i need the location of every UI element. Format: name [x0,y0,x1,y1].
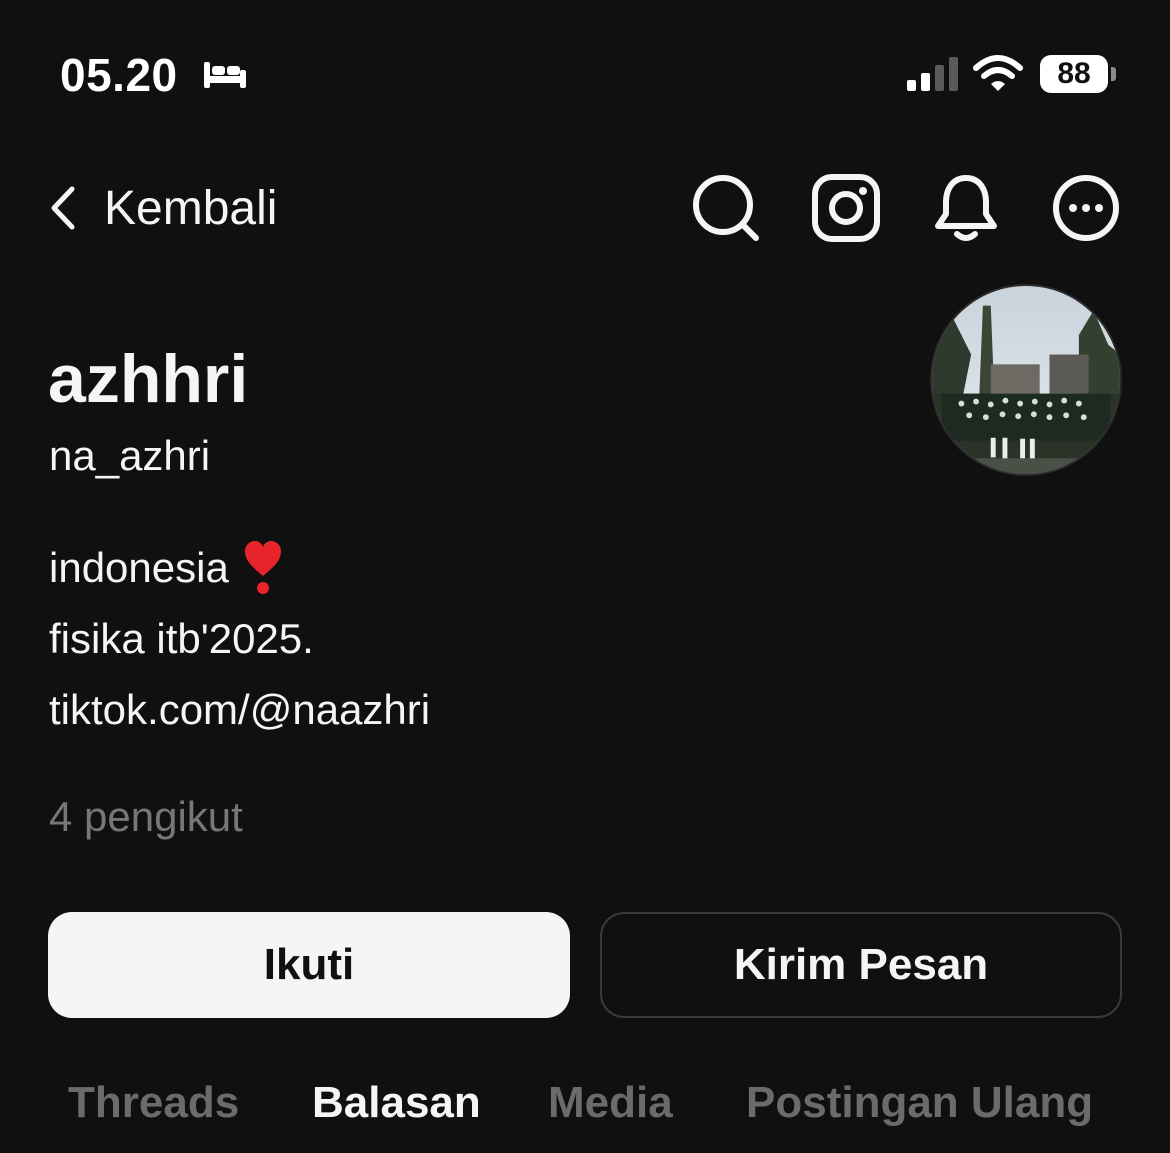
instagram-button[interactable] [810,172,882,244]
send-message-button[interactable]: Kirim Pesan [600,912,1122,1018]
avatar-photo [932,286,1120,474]
bio-link[interactable]: tiktok.com/@naazhri [49,674,430,745]
bio-line: indonesia [49,532,430,603]
tab-media[interactable]: Media [548,1078,673,1128]
back-chevron-icon [51,186,75,230]
bio-line: fisika itb'2025. [49,615,314,662]
status-time: 05.20 [60,49,178,101]
search-icon [693,175,759,241]
tab-reposts[interactable]: Postingan Ulang [746,1078,1093,1128]
username: na_azhri [49,432,211,479]
bell-icon [935,175,997,241]
bio-line-text: indonesia [49,544,229,591]
search-button[interactable] [690,172,762,244]
tab-threads[interactable]: Threads [68,1078,239,1128]
display-name: azhhri [48,341,249,417]
instagram-icon [812,174,880,242]
battery-icon: 88 [1040,55,1108,93]
notifications-button[interactable] [930,172,1002,244]
battery-cap [1111,67,1116,81]
sleep-icon [204,62,246,88]
bio: indonesia fisika itb'2025. tiktok.com/@n… [49,532,430,745]
followers-count[interactable]: 4 pengikut [49,793,243,841]
more-icon [1053,175,1119,241]
tab-replies[interactable]: Balasan [312,1078,481,1128]
wifi-icon [973,55,1023,91]
follow-button[interactable]: Ikuti [48,912,570,1018]
status-bar: 05.20 88 [0,0,1170,150]
avatar[interactable] [930,284,1122,476]
signal-icon [907,57,958,91]
back-label: Kembali [104,181,278,235]
back-button[interactable]: Kembali [44,176,277,240]
more-options-button[interactable] [1050,172,1122,244]
heart-exclamation-icon [244,540,281,594]
